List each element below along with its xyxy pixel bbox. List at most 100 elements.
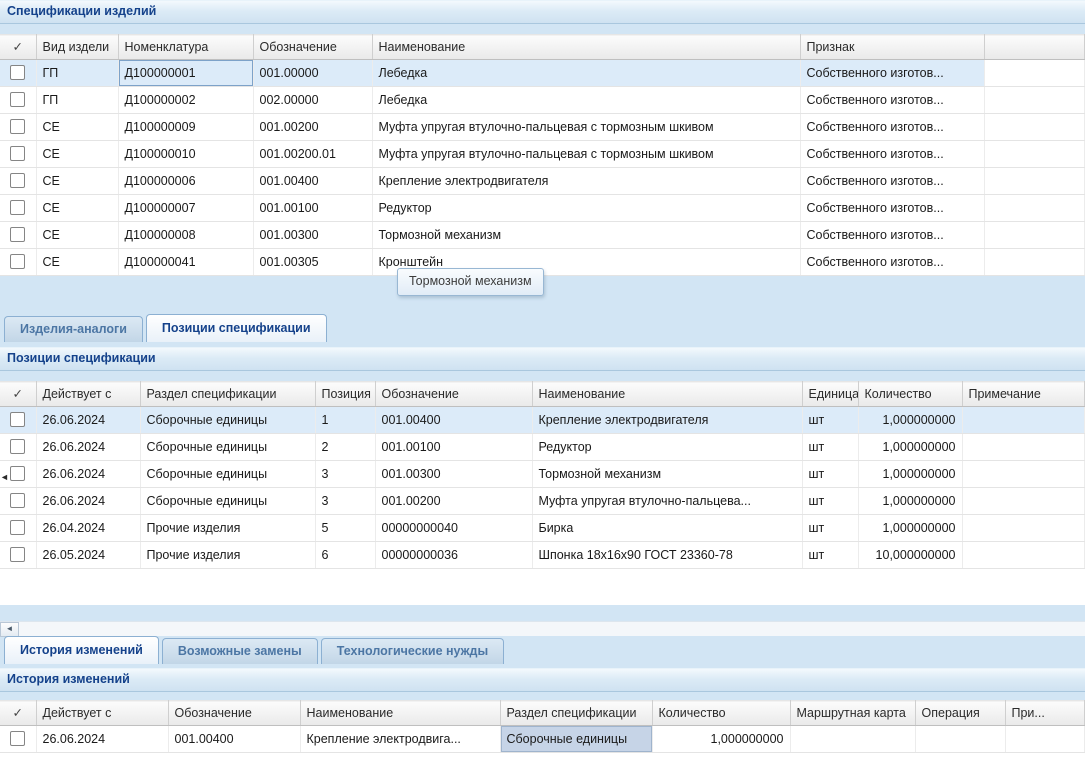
checkbox-cell[interactable] [0,222,36,249]
row-checkbox[interactable] [10,412,25,427]
cell-nomenclature[interactable]: Д100000002 [118,87,253,114]
cell-product-kind[interactable]: СЕ [36,249,118,276]
cell-spec-section[interactable]: Сборочные единицы [500,726,652,753]
cell-attribute[interactable]: Собственного изготов... [800,249,984,276]
checkbox-cell[interactable] [0,542,36,569]
cell-note[interactable] [962,434,1085,461]
cell-designation[interactable]: 001.00000 [253,60,372,87]
column-header-note[interactable]: При... [1005,701,1085,726]
cell-position[interactable]: 3 [315,488,375,515]
row-checkbox[interactable] [10,254,25,269]
row-checkbox[interactable] [10,520,25,535]
select-column-header[interactable]: ✓ [0,35,36,60]
cell-name[interactable]: Муфта упругая втулочно-пальцева... [532,488,802,515]
column-header-product-kind[interactable]: Вид издели [36,35,118,60]
cell-designation[interactable]: 001.00100 [375,434,532,461]
column-header-spec-section[interactable]: Раздел спецификации [140,382,315,407]
cell-note[interactable] [962,407,1085,434]
checkbox-cell[interactable] [0,114,36,141]
checkbox-cell[interactable] [0,434,36,461]
cell-quantity[interactable]: 1,000000000 [858,488,962,515]
cell-nomenclature[interactable]: Д100000007 [118,195,253,222]
cell-nomenclature[interactable]: Д100000001 [118,60,253,87]
cell-attribute[interactable]: Собственного изготов... [800,222,984,249]
cell-valid-from[interactable]: 26.06.2024 [36,726,168,753]
cell-designation[interactable]: 001.00400 [375,407,532,434]
cell-spec-section[interactable]: Сборочные единицы [140,407,315,434]
tab-specification-positions[interactable]: Позиции спецификации [146,314,327,342]
cell-attribute[interactable]: Собственного изготов... [800,195,984,222]
cell-valid-from[interactable]: 26.05.2024 [36,542,140,569]
checkbox-cell[interactable] [0,249,36,276]
row-checkbox[interactable] [10,173,25,188]
column-header-attribute[interactable]: Признак [800,35,984,60]
cell-name[interactable]: Лебедка [372,60,800,87]
cell-designation[interactable]: 001.00200.01 [253,141,372,168]
row-checkbox[interactable] [10,731,25,746]
cell-designation[interactable]: 001.00200 [375,488,532,515]
cell-quantity[interactable]: 1,000000000 [652,726,790,753]
table-row[interactable]: 26.06.2024 Сборочные единицы 3 001.00200… [0,488,1085,515]
cell-name[interactable]: Тормозной механизм [372,222,800,249]
table-row[interactable]: СЕ Д100000008 001.00300 Тормозной механи… [0,222,1085,249]
column-header-name[interactable]: Наименование [532,382,802,407]
cell-name[interactable]: Редуктор [372,195,800,222]
cell-name[interactable]: Бирка [532,515,802,542]
table-row[interactable]: СЕ Д100000006 001.00400 Крепление электр… [0,168,1085,195]
cell-product-kind[interactable]: СЕ [36,141,118,168]
cell-attribute[interactable]: Собственного изготов... [800,114,984,141]
cell-nomenclature[interactable]: Д100000009 [118,114,253,141]
tab-possible-replacements[interactable]: Возможные замены [162,638,318,664]
cell-product-kind[interactable]: СЕ [36,222,118,249]
row-checkbox[interactable] [10,439,25,454]
horizontal-scrollbar[interactable]: ◄ [0,621,1085,636]
checkbox-cell[interactable] [0,87,36,114]
cell-nomenclature[interactable]: Д100000010 [118,141,253,168]
row-checkbox[interactable] [10,92,25,107]
cell-product-kind[interactable]: СЕ [36,114,118,141]
row-checkbox[interactable] [10,119,25,134]
table-row[interactable]: 26.04.2024 Прочие изделия 5 00000000040 … [0,515,1085,542]
cell-unit[interactable]: шт [802,407,858,434]
checkbox-cell[interactable] [0,726,36,753]
cell-name[interactable]: Крепление электродвига... [300,726,500,753]
cell-position[interactable]: 5 [315,515,375,542]
cell-spec-section[interactable]: Прочие изделия [140,542,315,569]
checkbox-cell[interactable] [0,488,36,515]
row-checkbox[interactable] [10,227,25,242]
cell-position[interactable]: 2 [315,434,375,461]
select-column-header[interactable]: ✓ [0,701,36,726]
table-row[interactable]: 26.06.2024 Сборочные единицы 1 001.00400… [0,407,1085,434]
cell-designation[interactable]: 001.00400 [168,726,300,753]
column-header-designation[interactable]: Обозначение [253,35,372,60]
cell-nomenclature[interactable]: Д100000008 [118,222,253,249]
cell-attribute[interactable]: Собственного изготов... [800,87,984,114]
cell-spec-section[interactable]: Сборочные единицы [140,434,315,461]
table-row[interactable]: 26.05.2024 Прочие изделия 6 00000000036 … [0,542,1085,569]
column-header-position[interactable]: Позиция▲ [315,382,375,407]
cell-attribute[interactable]: Собственного изготов... [800,168,984,195]
table-row[interactable]: ГП Д100000002 002.00000 Лебедка Собствен… [0,87,1085,114]
cell-name[interactable]: Муфта упругая втулочно-пальцевая с тормо… [372,141,800,168]
cell-product-kind[interactable]: ГП [36,87,118,114]
checkbox-cell[interactable] [0,141,36,168]
cell-product-kind[interactable]: ГП [36,60,118,87]
column-header-designation[interactable]: Обозначение [375,382,532,407]
cell-spec-section[interactable]: Сборочные единицы [140,461,315,488]
cell-designation[interactable]: 001.00305 [253,249,372,276]
cell-operation[interactable] [915,726,1005,753]
cell-name[interactable]: Тормозной механизм [532,461,802,488]
column-header-nomenclature[interactable]: Номенклатура [118,35,253,60]
cell-designation[interactable]: 00000000040 [375,515,532,542]
cell-name[interactable]: Лебедка [372,87,800,114]
cell-note[interactable] [962,461,1085,488]
cell-valid-from[interactable]: 26.04.2024 [36,515,140,542]
row-checkbox[interactable] [10,65,25,80]
cell-quantity[interactable]: 1,000000000 [858,407,962,434]
cell-note[interactable] [962,488,1085,515]
cell-valid-from[interactable]: 26.06.2024 [36,488,140,515]
table-row[interactable]: ГП Д100000001 001.00000 Лебедка Собствен… [0,60,1085,87]
cell-unit[interactable]: шт [802,515,858,542]
table-row[interactable]: 26.06.2024 Сборочные единицы 3 001.00300… [0,461,1085,488]
cell-product-kind[interactable]: СЕ [36,195,118,222]
